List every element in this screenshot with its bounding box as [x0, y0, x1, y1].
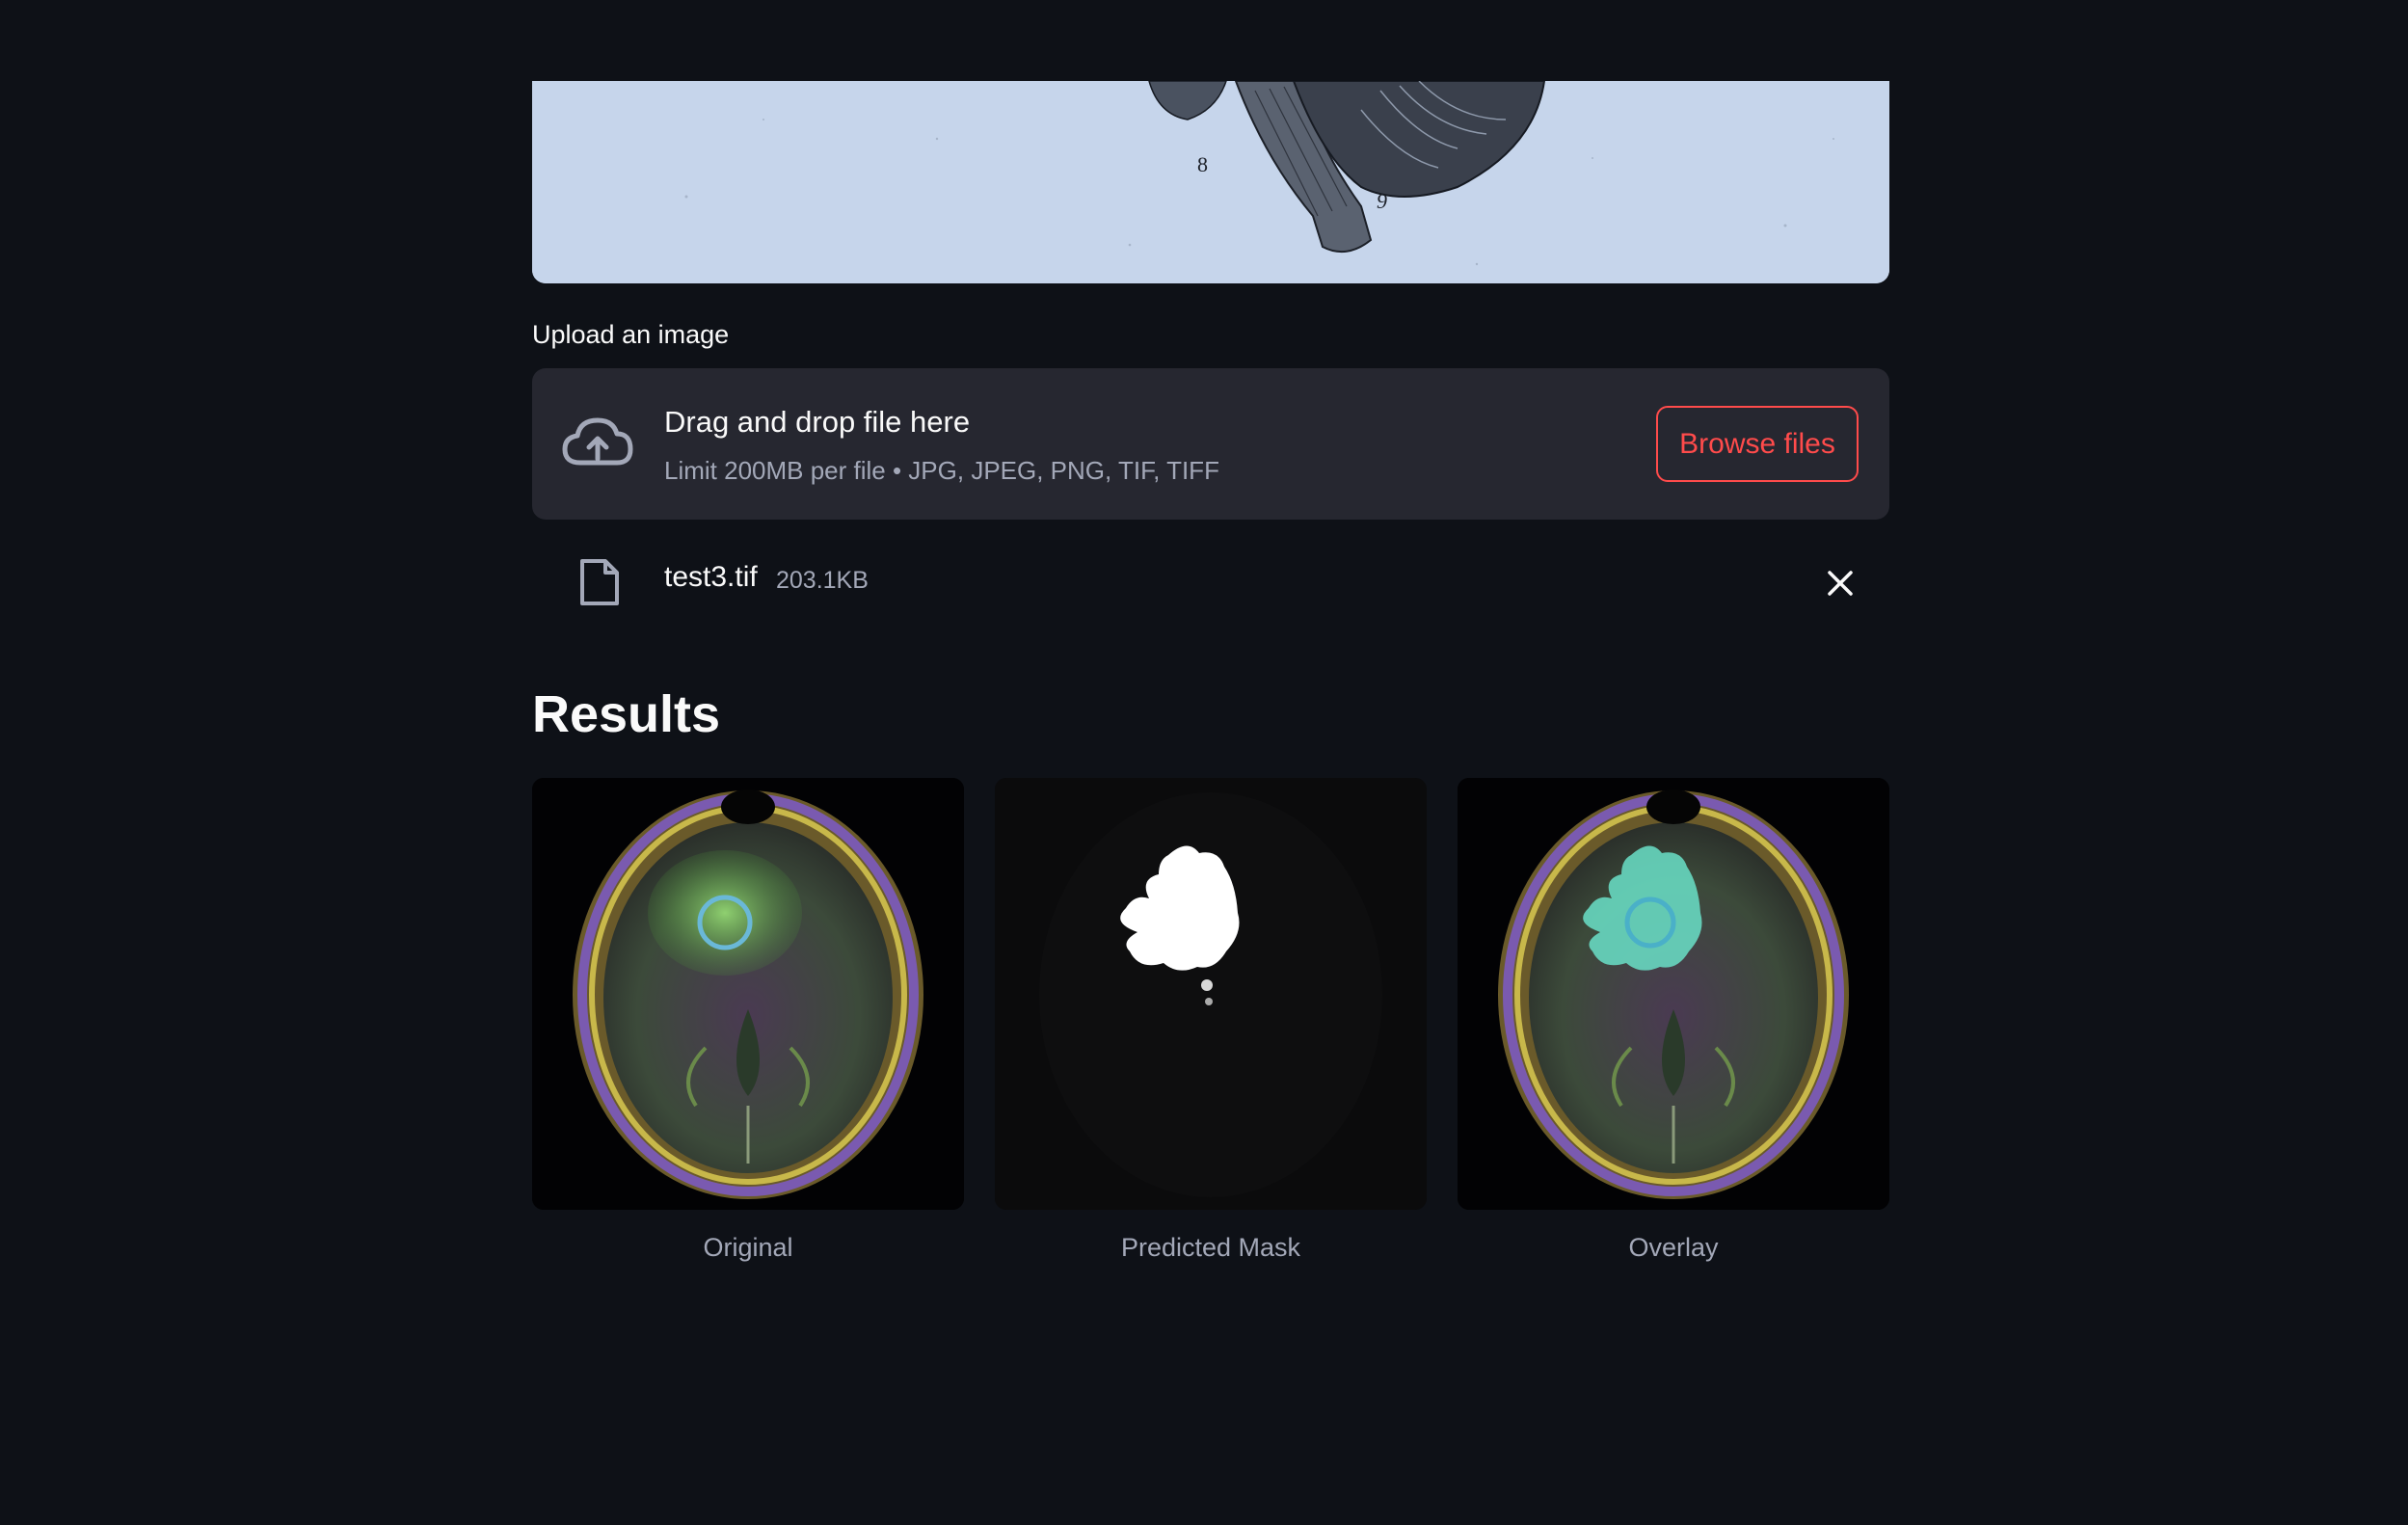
dropzone-limits: Limit 200MB per file • JPG, JPEG, PNG, T…: [664, 456, 1219, 485]
uploaded-file-size: 203.1KB: [776, 567, 869, 594]
predicted-mask-caption: Predicted Mask: [1120, 1233, 1301, 1262]
upload-label: Upload an image: [532, 320, 730, 349]
uploaded-file-name: test3.tif: [664, 561, 758, 593]
result-predicted-mask: Predicted Mask: [995, 778, 1427, 1263]
banner-image: 8 9: [532, 81, 1889, 283]
result-overlay: Overlay: [1458, 778, 1889, 1263]
dropzone-title: Drag and drop file here: [664, 405, 971, 439]
results-heading: Results: [532, 685, 721, 743]
cloud-upload-icon: [562, 417, 633, 466]
file-icon: [580, 559, 619, 605]
banner-label-9: 9: [1377, 189, 1387, 213]
close-icon[interactable]: [1824, 567, 1857, 600]
browse-files-button[interactable]: Browse files: [1656, 406, 1859, 482]
result-original: Original: [532, 778, 964, 1263]
predicted-mask-image: [995, 778, 1427, 1210]
file-dropzone[interactable]: Drag and drop file here Limit 200MB per …: [532, 368, 1889, 520]
banner-label-8: 8: [1197, 152, 1208, 176]
original-image: [532, 778, 964, 1210]
overlay-image: [1458, 778, 1889, 1210]
uploaded-file-row: test3.tif 203.1KB: [532, 548, 1889, 615]
original-caption: Original: [703, 1233, 793, 1262]
overlay-caption: Overlay: [1628, 1233, 1719, 1262]
